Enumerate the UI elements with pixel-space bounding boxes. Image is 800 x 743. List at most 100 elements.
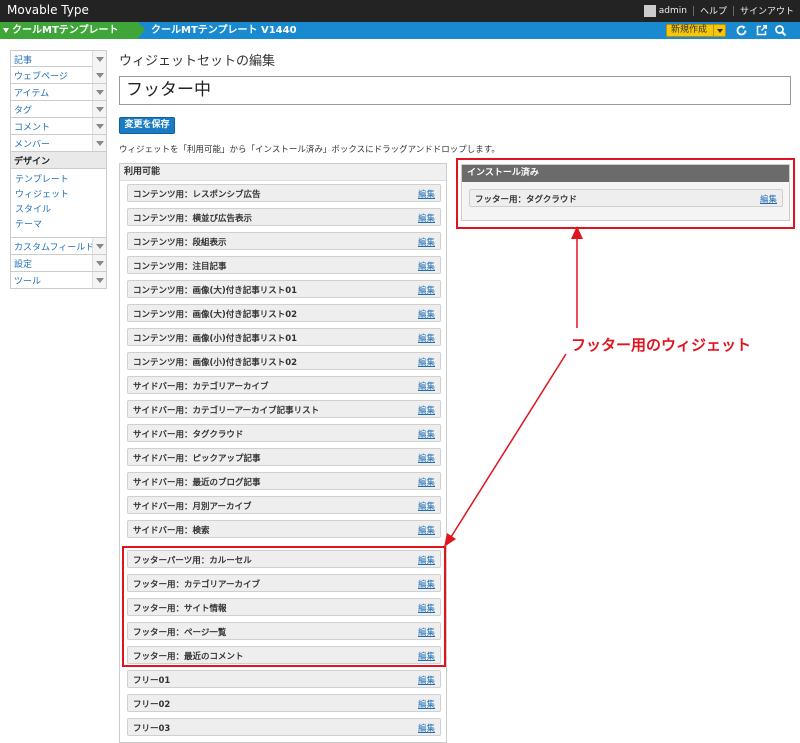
widget-edit-link[interactable]: 編集 — [418, 332, 435, 344]
widget-edit-link[interactable]: 編集 — [418, 260, 435, 272]
widget-edit-link[interactable]: 編集 — [418, 722, 435, 734]
widget-label: コンテンツ用：レスポンシブ広告 — [133, 190, 261, 200]
divider — [692, 5, 694, 16]
sidebar-item-label: カスタムフィールド — [14, 243, 95, 253]
refresh-icon[interactable] — [735, 24, 748, 37]
widget-label: コンテンツ用：注目記事 — [133, 262, 227, 272]
available-heading: 利用可能 — [120, 164, 446, 181]
widget-label: フリー03 — [133, 724, 171, 734]
widget-set-name-input[interactable]: フッター中 — [119, 76, 791, 105]
widget-edit-link[interactable]: 編集 — [418, 236, 435, 248]
sidebar-item-design[interactable]: デザイン — [10, 152, 107, 169]
site-selector[interactable]: クールMTテンプレート V14 — [0, 22, 145, 53]
widget-label: フリー01 — [133, 676, 171, 686]
sidebar-item-label: ウェブページ — [14, 72, 68, 82]
widget-label: サイドバー用：ピックアップ記事 — [133, 454, 261, 464]
widget-edit-link[interactable]: 編集 — [418, 524, 435, 536]
app-title[interactable]: Movable Type — [7, 3, 89, 17]
available-widget-item[interactable]: コンテンツ用：画像(小)付き記事リスト02 編集 — [127, 352, 441, 370]
available-widget-item[interactable]: コンテンツ用：横並び広告表示 編集 — [127, 208, 441, 226]
available-widget-item[interactable]: サイドバー用：月別アーカイブ 編集 — [127, 496, 441, 514]
available-widget-item[interactable]: コンテンツ用：画像(小)付き記事リスト01 編集 — [127, 328, 441, 346]
annotation-highlight-installed — [456, 158, 795, 229]
save-button[interactable]: 変更を保存 — [119, 117, 175, 134]
widget-edit-link[interactable]: 編集 — [418, 212, 435, 224]
chevron-down-icon[interactable] — [92, 238, 106, 254]
sidebar-item-tags[interactable]: タグ — [10, 101, 107, 118]
chevron-down-icon[interactable] — [92, 272, 106, 288]
submenu-item-themes[interactable]: テーマ — [15, 218, 106, 233]
available-widget-item[interactable]: フリー02 編集 — [127, 694, 441, 712]
widget-label: フリー02 — [133, 700, 171, 710]
sidebar-item-tools[interactable]: ツール — [10, 272, 107, 289]
design-submenu: テンプレート ウィジェット スタイル テーマ — [10, 169, 107, 238]
widget-label: コンテンツ用：画像(大)付き記事リスト01 — [133, 286, 298, 296]
available-widget-item[interactable]: サイドバー用：カテゴリアーカイブ 編集 — [127, 376, 441, 394]
widget-edit-link[interactable]: 編集 — [418, 188, 435, 200]
widget-edit-link[interactable]: 編集 — [418, 404, 435, 416]
available-widget-item[interactable]: コンテンツ用：注目記事 編集 — [127, 256, 441, 274]
chevron-down-icon — [3, 28, 9, 33]
available-widget-item[interactable]: サイドバー用：カテゴリーアーカイブ記事リスト 編集 — [127, 400, 441, 418]
available-widget-item[interactable]: コンテンツ用：レスポンシブ広告 編集 — [127, 184, 441, 202]
widget-edit-link[interactable]: 編集 — [418, 284, 435, 296]
blog-name[interactable]: クールMTテンプレート V1440 — [151, 22, 297, 39]
widget-edit-link[interactable]: 編集 — [418, 500, 435, 512]
sidebar-item-entries[interactable]: 記事 — [10, 50, 107, 67]
sidebar-item-label: メンバー — [14, 140, 51, 150]
sidebar-item-label: タグ — [14, 106, 33, 116]
widget-edit-link[interactable]: 編集 — [418, 356, 435, 368]
widget-label: サイドバー用：検索 — [133, 526, 210, 536]
chevron-down-icon[interactable] — [92, 67, 106, 83]
submenu-item-styles[interactable]: スタイル — [15, 203, 106, 218]
search-icon[interactable] — [774, 24, 787, 37]
available-widget-item[interactable]: フリー03 編集 — [127, 718, 441, 736]
widget-edit-link[interactable]: 編集 — [418, 452, 435, 464]
annotation-highlight-footer-widgets — [122, 546, 446, 667]
chevron-down-icon[interactable] — [92, 101, 106, 117]
sidebar-item-comments[interactable]: コメント — [10, 118, 107, 135]
available-widget-item[interactable]: サイドバー用：タグクラウド 編集 — [127, 424, 441, 442]
sidebar-item-label: コメント — [14, 123, 51, 133]
widget-label: サイドバー用：カテゴリアーカイブ — [133, 382, 269, 392]
widget-edit-link[interactable]: 編集 — [418, 308, 435, 320]
chevron-down-icon[interactable] — [92, 51, 106, 67]
widget-edit-link[interactable]: 編集 — [418, 698, 435, 710]
submenu-item-widgets[interactable]: ウィジェット — [15, 188, 106, 203]
chevron-down-icon[interactable] — [92, 255, 106, 271]
available-widget-item[interactable]: サイドバー用：ピックアップ記事 編集 — [127, 448, 441, 466]
signout-link[interactable]: サインアウト — [740, 4, 794, 17]
available-widget-item[interactable]: コンテンツ用：画像(大)付き記事リスト01 編集 — [127, 280, 441, 298]
annotation-arrow-down — [450, 353, 567, 538]
sidebar-item-label: ツール — [14, 277, 42, 287]
widget-label: コンテンツ用：画像(小)付き記事リスト02 — [133, 358, 298, 368]
chevron-down-icon[interactable] — [92, 135, 106, 151]
new-create-label: 新規作成 — [671, 25, 708, 35]
available-widget-item[interactable]: コンテンツ用：画像(大)付き記事リスト02 編集 — [127, 304, 441, 322]
widget-edit-link[interactable]: 編集 — [418, 674, 435, 686]
available-widget-item[interactable]: コンテンツ用：段組表示 編集 — [127, 232, 441, 250]
widget-edit-link[interactable]: 編集 — [418, 476, 435, 488]
sidebar-item-label: 記事 — [14, 56, 33, 66]
available-widget-item[interactable]: サイドバー用：検索 編集 — [127, 520, 441, 538]
chevron-down-icon[interactable] — [713, 25, 725, 36]
submenu-item-templates[interactable]: テンプレート — [15, 173, 106, 188]
sidebar-item-members[interactable]: メンバー — [10, 135, 107, 152]
sidebar-item-pages[interactable]: ウェブページ — [10, 67, 107, 84]
site-name: クールMTテンプレート V14 — [12, 25, 119, 53]
sidebar-item-custom-fields[interactable]: カスタムフィールド — [10, 238, 107, 255]
chevron-down-icon[interactable] — [92, 118, 106, 134]
sidebar-item-settings[interactable]: 設定 — [10, 255, 107, 272]
available-widget-item[interactable]: フリー01 編集 — [127, 670, 441, 688]
widget-edit-link[interactable]: 編集 — [418, 380, 435, 392]
widget-label: サイドバー用：タグクラウド — [133, 430, 244, 440]
new-create-button[interactable]: 新規作成 — [666, 24, 726, 37]
avatar[interactable] — [643, 4, 656, 17]
sidebar-item-assets[interactable]: アイテム — [10, 84, 107, 101]
external-link-icon[interactable] — [755, 24, 768, 37]
widget-edit-link[interactable]: 編集 — [418, 428, 435, 440]
help-link[interactable]: ヘルプ — [700, 4, 727, 17]
available-widget-item[interactable]: サイドバー用：最近のブログ記事 編集 — [127, 472, 441, 490]
username-link[interactable]: admin — [659, 6, 687, 16]
chevron-down-icon[interactable] — [92, 84, 106, 100]
